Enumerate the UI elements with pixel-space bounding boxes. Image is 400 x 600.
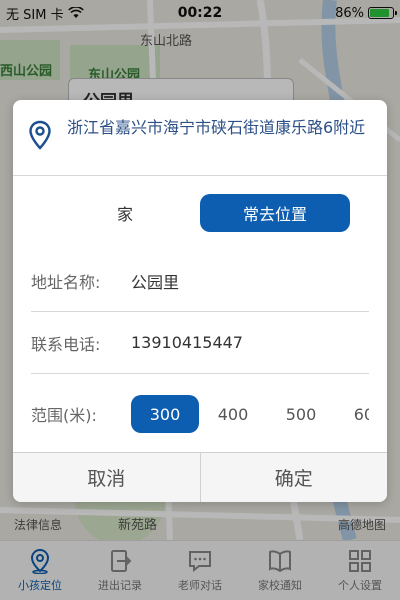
address-name-label: 地址名称: [31,272,101,292]
address-name-field[interactable]: 地址名称: 公园里 [31,250,369,312]
range-option-300[interactable]: 300 [131,395,199,433]
range-row: 范围(米): 300 400 500 600 [31,374,369,454]
range-option-600[interactable]: 600 [335,395,369,433]
location-edit-dialog: 浙江省嘉兴市海宁市硖石街道康乐路6附近 家 常去位置 地址名称: 公园里 联系电… [13,100,387,502]
range-option-400[interactable]: 400 [199,395,267,433]
range-label: 范围(米): [31,406,97,425]
cancel-button[interactable]: 取消 [13,453,200,502]
tab-frequent-location[interactable]: 常去位置 [200,194,350,232]
phone-field[interactable]: 联系电话: 13910415447 [31,312,369,374]
address-text: 浙江省嘉兴市海宁市硖石街道康乐路6附近 [67,118,366,137]
map-pin-icon [29,120,51,150]
tab-home[interactable]: 家 [50,194,200,232]
address-row: 浙江省嘉兴市海宁市硖石街道康乐路6附近 [13,100,387,176]
range-options[interactable]: 300 400 500 600 [131,395,369,433]
confirm-button[interactable]: 确定 [199,453,388,502]
location-type-segment: 家 常去位置 [13,176,387,250]
address-name-value[interactable]: 公园里 [131,269,179,293]
phone-label: 联系电话: [31,334,101,354]
dialog-actions: 取消 确定 [13,452,387,502]
range-option-500[interactable]: 500 [267,395,335,433]
phone-value[interactable]: 13910415447 [131,333,243,352]
